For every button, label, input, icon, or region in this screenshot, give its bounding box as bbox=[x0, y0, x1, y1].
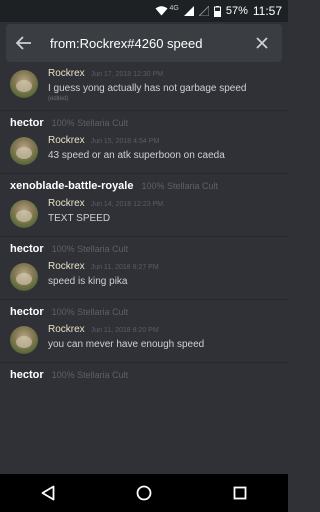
channel-name[interactable]: hector bbox=[10, 369, 44, 381]
author-name[interactable]: Rockrex bbox=[48, 261, 85, 272]
search-result[interactable]: xenoblade-battle-royale 100% Stellaria C… bbox=[0, 174, 288, 237]
avatar[interactable] bbox=[10, 70, 38, 98]
timestamp: Jun 11, 2018 8:27 PM bbox=[90, 264, 159, 271]
network-type: 4G bbox=[169, 4, 179, 12]
avatar[interactable] bbox=[10, 137, 38, 165]
channel-name[interactable]: xenoblade-battle-royale bbox=[10, 180, 133, 192]
message[interactable]: Rockrex Jun 17, 2018 12:30 PM I guess yo… bbox=[10, 66, 278, 102]
channel-name[interactable]: hector bbox=[10, 243, 44, 255]
search-result[interactable]: hector 100% Stellaria Cult Rockrex Jun 1… bbox=[0, 111, 288, 174]
avatar[interactable] bbox=[10, 326, 38, 354]
square-recents-icon[interactable] bbox=[220, 474, 260, 512]
message[interactable]: Rockrex Jun 14, 2018 12:23 PM TEXT SPEED bbox=[10, 196, 278, 228]
message[interactable]: Rockrex Jun 11, 2018 8:27 PM speed is ki… bbox=[10, 259, 278, 291]
server-name: 100% Stellaria Cult bbox=[141, 181, 219, 191]
server-name: 100% Stellaria Cult bbox=[51, 307, 129, 317]
timestamp: Jun 17, 2018 12:30 PM bbox=[90, 71, 164, 78]
channel-name[interactable]: hector bbox=[10, 117, 44, 129]
search-bar[interactable]: from:Rockrex#4260 speed bbox=[6, 24, 282, 62]
timestamp: Jun 11, 2018 8:20 PM bbox=[90, 327, 159, 334]
message-text: 43 speed or an atk superboon on caeda bbox=[48, 150, 225, 161]
author-name[interactable]: Rockrex bbox=[48, 135, 85, 146]
status-bar: 4G 57% 11:57 bbox=[0, 0, 288, 22]
channel-name[interactable]: hector bbox=[10, 306, 44, 318]
author-name[interactable]: Rockrex bbox=[48, 198, 85, 209]
message-text: you can mever have enough speed bbox=[48, 339, 205, 350]
timestamp: Jun 15, 2018 4:54 PM bbox=[90, 138, 160, 145]
circle-home-icon[interactable] bbox=[124, 474, 164, 512]
battery-percent: 57% bbox=[225, 5, 248, 17]
message-text: TEXT SPEED bbox=[48, 213, 111, 224]
message-text: I guess yong actually has not garbage sp… bbox=[48, 83, 247, 94]
search-input[interactable]: from:Rockrex#4260 speed bbox=[50, 36, 252, 51]
edited-label: (edited) bbox=[48, 96, 69, 102]
signal-empty-icon bbox=[198, 6, 209, 16]
triangle-back-icon[interactable] bbox=[28, 474, 68, 512]
search-results[interactable]: Rockrex Jun 17, 2018 12:30 PM I guess yo… bbox=[0, 64, 288, 474]
arrow-left-icon[interactable] bbox=[16, 36, 40, 50]
clock: 11:57 bbox=[252, 4, 282, 18]
search-result[interactable]: hector 100% Stellaria Cult bbox=[0, 363, 288, 393]
server-name: 100% Stellaria Cult bbox=[51, 118, 129, 128]
wifi-icon bbox=[155, 6, 168, 16]
avatar[interactable] bbox=[10, 263, 38, 291]
android-nav-bar bbox=[0, 474, 288, 512]
message-text: speed is king pika bbox=[48, 276, 128, 287]
server-name: 100% Stellaria Cult bbox=[51, 244, 129, 254]
timestamp: Jun 14, 2018 12:23 PM bbox=[90, 201, 164, 208]
message[interactable]: Rockrex Jun 11, 2018 8:20 PM you can mev… bbox=[10, 322, 278, 354]
avatar[interactable] bbox=[10, 200, 38, 228]
search-result[interactable]: hector 100% Stellaria Cult Rockrex Jun 1… bbox=[0, 237, 288, 300]
search-result[interactable]: Rockrex Jun 17, 2018 12:30 PM I guess yo… bbox=[0, 64, 288, 111]
server-name: 100% Stellaria Cult bbox=[51, 370, 129, 380]
author-name[interactable]: Rockrex bbox=[48, 68, 85, 79]
search-result[interactable]: hector 100% Stellaria Cult Rockrex Jun 1… bbox=[0, 300, 288, 363]
battery-icon bbox=[213, 5, 221, 17]
message[interactable]: Rockrex Jun 15, 2018 4:54 PM 43 speed or… bbox=[10, 133, 278, 165]
close-icon[interactable] bbox=[252, 37, 272, 49]
author-name[interactable]: Rockrex bbox=[48, 324, 85, 335]
signal-icon bbox=[183, 6, 194, 16]
